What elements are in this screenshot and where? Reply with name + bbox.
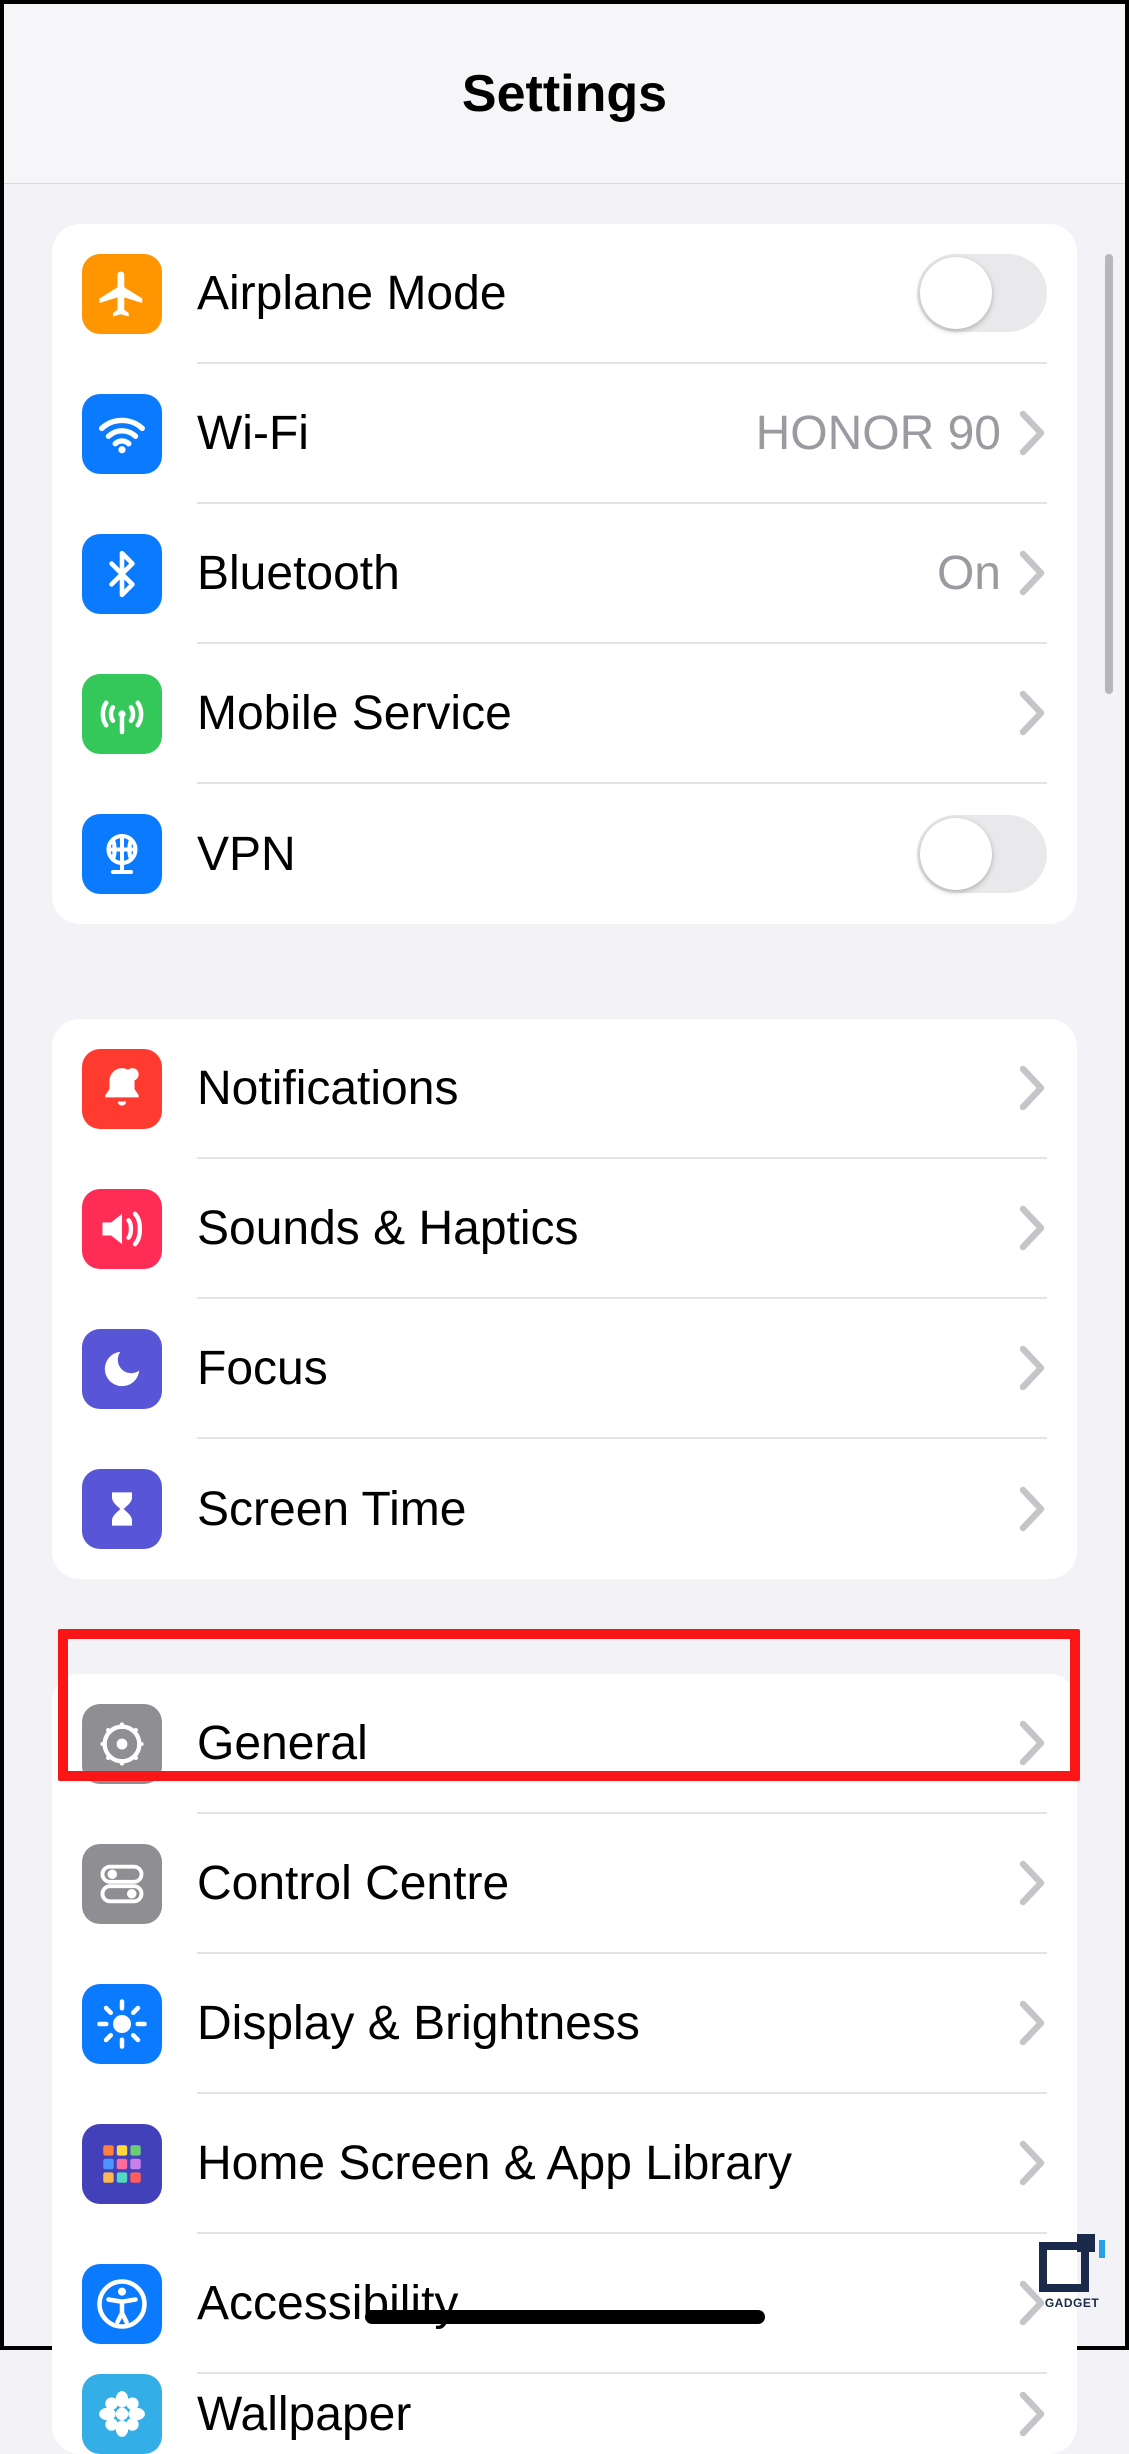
watermark-text: GADGET	[1045, 2296, 1099, 2310]
chevron-right-icon	[1019, 410, 1047, 456]
row-focus[interactable]: Focus	[52, 1299, 1077, 1439]
bluetooth-icon	[82, 534, 162, 614]
wifi-icon	[82, 394, 162, 474]
chevron-right-icon	[1019, 1486, 1047, 1532]
app-grid-icon	[82, 2124, 162, 2204]
row-home-screen-app-library[interactable]: Home Screen & App Library	[52, 2094, 1077, 2234]
row-label: Home Screen & App Library	[197, 2136, 1019, 2191]
scrollbar-indicator	[1105, 254, 1113, 694]
row-label: VPN	[197, 827, 917, 882]
row-notifications[interactable]: Notifications	[52, 1019, 1077, 1159]
row-mobile-service[interactable]: Mobile Service	[52, 644, 1077, 784]
speaker-icon	[82, 1189, 162, 1269]
chevron-right-icon	[1019, 690, 1047, 736]
bluetooth-value: On	[937, 546, 1001, 601]
row-label: General	[197, 1716, 1019, 1771]
moon-icon	[82, 1329, 162, 1409]
switches-icon	[82, 1844, 162, 1924]
settings-group: General Control Centre Display & Brightn…	[52, 1674, 1077, 2454]
wifi-value: HONOR 90	[756, 406, 1001, 461]
row-wifi[interactable]: Wi-Fi HONOR 90	[52, 364, 1077, 504]
row-accessibility[interactable]: Accessibility	[52, 2234, 1077, 2374]
chevron-right-icon	[1019, 2000, 1047, 2046]
row-label: Mobile Service	[197, 686, 1019, 741]
row-label: Bluetooth	[197, 546, 937, 601]
row-label: Wallpaper	[197, 2387, 1019, 2442]
row-label: Sounds & Haptics	[197, 1201, 1019, 1256]
header: Settings	[4, 4, 1125, 184]
settings-group: Notifications Sounds & Haptics Focus	[52, 1019, 1077, 1579]
row-sounds-haptics[interactable]: Sounds & Haptics	[52, 1159, 1077, 1299]
row-display-brightness[interactable]: Display & Brightness	[52, 1954, 1077, 2094]
row-label: Display & Brightness	[197, 1996, 1019, 2051]
chevron-right-icon	[1019, 1205, 1047, 1251]
hourglass-icon	[82, 1469, 162, 1549]
airplane-icon	[82, 254, 162, 334]
row-label: Focus	[197, 1341, 1019, 1396]
flower-icon	[82, 2374, 162, 2454]
gear-icon	[82, 1704, 162, 1784]
row-control-centre[interactable]: Control Centre	[52, 1814, 1077, 1954]
row-label: Control Centre	[197, 1856, 1019, 1911]
chevron-right-icon	[1019, 550, 1047, 596]
row-label: Airplane Mode	[197, 266, 917, 321]
row-label: Notifications	[197, 1061, 1019, 1116]
watermark: GADGET	[1037, 2234, 1107, 2310]
chevron-right-icon	[1019, 1345, 1047, 1391]
home-indicator[interactable]	[365, 2310, 765, 2324]
row-screen-time[interactable]: Screen Time	[52, 1439, 1077, 1579]
row-bluetooth[interactable]: Bluetooth On	[52, 504, 1077, 644]
bell-icon	[82, 1049, 162, 1129]
accessibility-icon	[82, 2264, 162, 2344]
settings-group: Airplane Mode Wi-Fi HONOR 90 Bluetooth O…	[52, 224, 1077, 924]
chevron-right-icon	[1019, 1860, 1047, 1906]
row-vpn[interactable]: VPN	[52, 784, 1077, 924]
antenna-icon	[82, 674, 162, 754]
page-title: Settings	[462, 64, 667, 124]
globe-stand-icon	[82, 814, 162, 894]
sun-icon	[82, 1984, 162, 2064]
content: Airplane Mode Wi-Fi HONOR 90 Bluetooth O…	[4, 184, 1125, 2454]
chevron-right-icon	[1019, 1065, 1047, 1111]
row-general[interactable]: General	[52, 1674, 1077, 1814]
chevron-right-icon	[1019, 2140, 1047, 2186]
row-label: Screen Time	[197, 1482, 1019, 1537]
airplane-toggle[interactable]	[917, 254, 1047, 332]
row-label: Wi-Fi	[197, 406, 756, 461]
chevron-right-icon	[1019, 1720, 1047, 1766]
vpn-toggle[interactable]	[917, 815, 1047, 893]
row-airplane-mode[interactable]: Airplane Mode	[52, 224, 1077, 364]
chevron-right-icon	[1019, 2391, 1047, 2437]
row-wallpaper[interactable]: Wallpaper	[52, 2374, 1077, 2454]
